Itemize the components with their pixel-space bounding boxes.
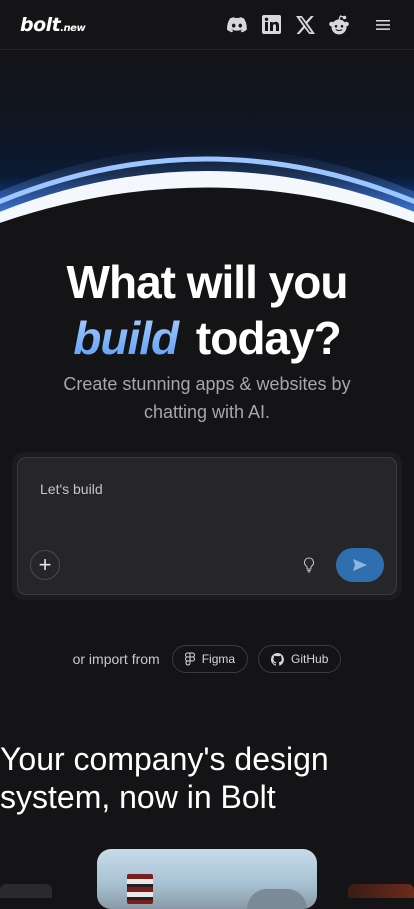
hero-title-highlight: build	[73, 312, 184, 364]
prompt-panel: +	[17, 457, 397, 595]
hero-title-line2: today?	[184, 312, 342, 364]
linkedin-icon[interactable]	[260, 14, 282, 36]
bolt-logo[interactable]: bolt.new	[20, 13, 86, 36]
hero-subtitle: Create stunning apps & websites by chatt…	[63, 374, 351, 422]
enhance-prompt-button[interactable]	[300, 556, 318, 574]
logo-suffix: .new	[60, 22, 86, 34]
top-nav: bolt.new	[0, 0, 414, 50]
lightbulb-icon	[303, 557, 315, 573]
plus-icon: +	[38, 552, 52, 577]
preview-badge-image	[127, 874, 153, 904]
logo-text: bolt	[20, 13, 61, 36]
preview-card-center[interactable]	[97, 849, 317, 909]
send-button[interactable]	[336, 548, 384, 582]
reddit-icon[interactable]	[328, 14, 350, 36]
figma-icon	[184, 652, 195, 666]
menu-icon[interactable]	[372, 14, 394, 36]
hero-title: What will you build today?	[0, 254, 414, 366]
hero-glow-arc	[0, 50, 414, 230]
discord-icon[interactable]	[226, 14, 248, 36]
figma-label: Figma	[201, 652, 236, 666]
import-row: or import from Figma GitHub	[0, 644, 414, 674]
import-github-button[interactable]: GitHub	[258, 645, 342, 673]
import-label: or import from	[72, 651, 160, 667]
x-icon[interactable]	[294, 14, 316, 36]
import-figma-button[interactable]: Figma	[171, 645, 249, 673]
add-attachment-button[interactable]: +	[30, 550, 60, 580]
send-arrow-icon	[353, 559, 367, 571]
prompt-container: +	[12, 452, 402, 600]
design-system-heading: Your company's design system, now in Bol…	[0, 741, 329, 815]
github-icon	[271, 652, 284, 666]
social-icons	[226, 14, 394, 36]
prompt-input[interactable]	[38, 480, 362, 498]
preview-landscape-image	[247, 889, 307, 909]
hero-title-line1: What will you	[66, 256, 349, 308]
github-label: GitHub	[291, 652, 329, 666]
